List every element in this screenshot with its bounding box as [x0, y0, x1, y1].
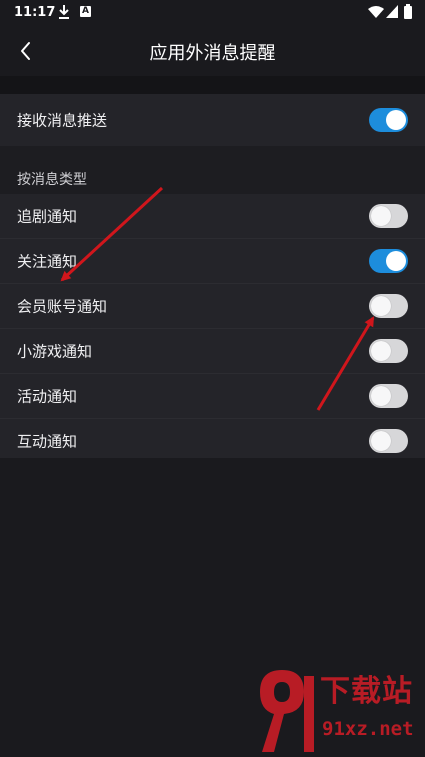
list-item: 互动通知 [0, 418, 425, 463]
signal-icon [386, 5, 398, 18]
status-bar: 11:17 A [0, 0, 425, 26]
wifi-icon [368, 6, 384, 18]
toggle-knob [371, 386, 391, 406]
member-account-toggle[interactable] [369, 294, 408, 318]
toggle-knob [371, 341, 391, 361]
a-notification-icon: A [80, 6, 91, 17]
toggle-knob [386, 251, 406, 271]
page-title: 应用外消息提醒 [149, 43, 276, 64]
status-time: 11:17 [14, 5, 56, 20]
section-header: 按消息类型 [0, 146, 425, 194]
toggle-knob [386, 110, 406, 130]
list-item: 会员账号通知 [0, 283, 425, 328]
download-icon [59, 5, 69, 19]
push-toggle[interactable] [369, 108, 408, 132]
member-account-label: 会员账号通知 [17, 297, 108, 316]
toggle-knob [371, 296, 391, 316]
list-item: 小游戏通知 [0, 328, 425, 373]
notification-types-card: 追剧通知 关注通知 会员账号通知 小游戏通知 活动通知 互动通知 [0, 194, 425, 458]
activity-label: 活动通知 [17, 387, 78, 406]
toggle-knob [371, 206, 391, 226]
mini-game-toggle[interactable] [369, 339, 408, 363]
activity-toggle[interactable] [369, 384, 408, 408]
divider [0, 76, 425, 94]
watermark: 下载站 91xz.net [252, 662, 422, 754]
mini-game-label: 小游戏通知 [17, 342, 93, 361]
follow-drama-label: 追剧通知 [17, 207, 78, 226]
push-settings-card: 接收消息推送 [0, 94, 425, 146]
battery-icon [404, 4, 412, 19]
section-title: 按消息类型 [17, 172, 87, 188]
nav-bar: 应用外消息提醒 [0, 26, 425, 76]
watermark-logo [260, 670, 314, 752]
follow-drama-toggle[interactable] [369, 204, 408, 228]
follow-label: 关注通知 [17, 252, 78, 271]
follow-toggle[interactable] [369, 249, 408, 273]
watermark-domain: 91xz.net [322, 718, 414, 740]
interaction-toggle[interactable] [369, 429, 408, 453]
watermark-brand: 下载站 [320, 674, 413, 709]
push-label: 接收消息推送 [17, 111, 108, 130]
push-row: 接收消息推送 [0, 94, 425, 146]
list-item: 追剧通知 [0, 194, 425, 238]
interaction-label: 互动通知 [17, 432, 78, 451]
list-item: 关注通知 [0, 238, 425, 283]
toggle-knob [371, 431, 391, 451]
list-item: 活动通知 [0, 373, 425, 418]
